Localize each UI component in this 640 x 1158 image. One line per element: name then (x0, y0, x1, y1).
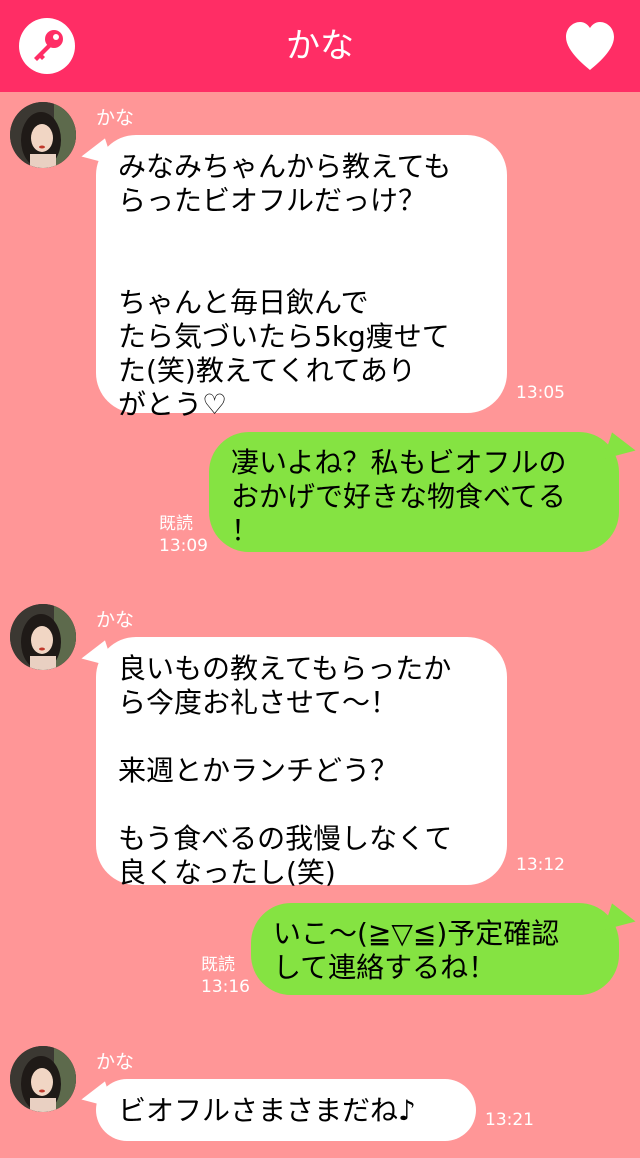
message-bubble-outgoing[interactable]: いこ〜(≧▽≦)予定確認 して連絡するね！ (251, 903, 619, 995)
key-button[interactable] (19, 18, 75, 74)
chat-header: かな (0, 0, 640, 92)
sender-name: かな (96, 1051, 135, 1073)
read-receipt: 既読 (159, 514, 193, 534)
message-time: 13:05 (516, 383, 565, 403)
read-receipt: 既読 (201, 955, 235, 975)
message-bubble-incoming[interactable]: みなみちゃんから教えても らったビオフルだっけ？ ちゃんと毎日飲んで たら気づい… (96, 135, 507, 421)
message-time: 13:16 (201, 977, 250, 997)
sender-name: かな (96, 107, 135, 129)
avatar[interactable] (10, 1046, 76, 1112)
sender-name: かな (96, 609, 135, 631)
message-time: 13:09 (159, 536, 208, 556)
avatar[interactable] (10, 604, 76, 670)
avatar[interactable] (10, 102, 76, 168)
message-time: 13:21 (485, 1110, 534, 1130)
message-bubble-outgoing[interactable]: 凄いよね？私もビオフルの おかげで好きな物食べてる ！ (209, 432, 619, 552)
favorite-button[interactable] (562, 20, 618, 72)
message-bubble-incoming[interactable]: ビオフルさまさまだね♪ (96, 1079, 476, 1141)
heart-icon (566, 22, 614, 70)
chat-title: かな (286, 26, 354, 66)
message-time: 13:12 (516, 855, 565, 875)
message-bubble-incoming[interactable]: 良いもの教えてもらったか ら今度お礼させて〜！ 来週とかランチどう？ もう食べる… (96, 637, 507, 889)
key-icon (34, 30, 63, 61)
